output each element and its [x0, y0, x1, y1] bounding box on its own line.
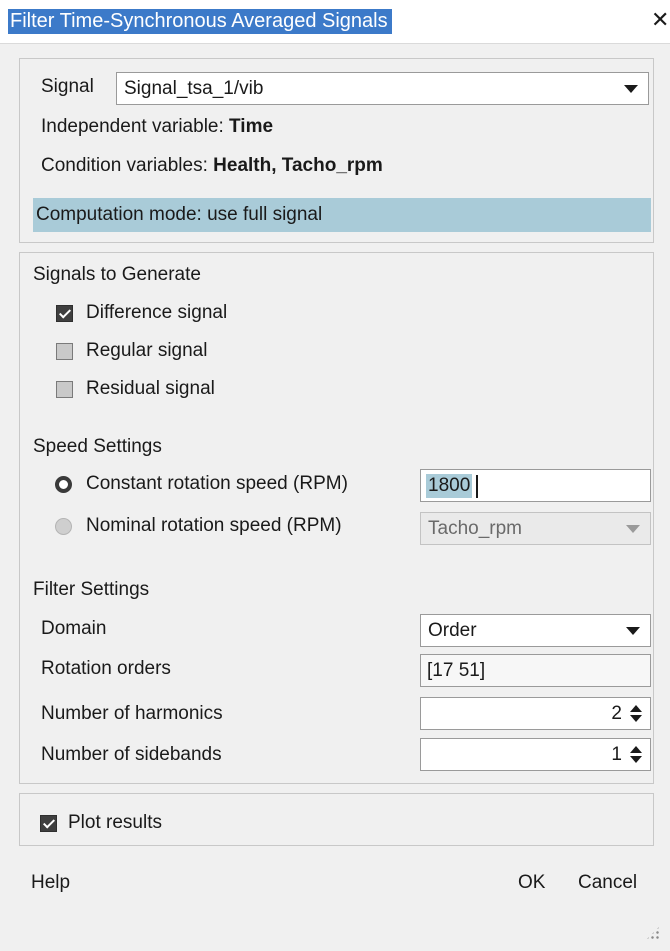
close-icon[interactable]: ✕	[651, 8, 669, 32]
text-caret	[476, 475, 478, 498]
domain-dropdown-value: Order	[428, 620, 477, 641]
condition-variables: Condition variables: Health, Tacho_rpm	[41, 154, 383, 178]
plot-results-label: Plot results	[68, 812, 162, 833]
help-button[interactable]: Help	[31, 871, 70, 895]
nominal-speed-radio[interactable]	[55, 518, 72, 535]
chevron-down-icon	[626, 627, 640, 635]
regular-signal-checkbox[interactable]	[56, 343, 73, 360]
constant-speed-value: 1800	[426, 474, 473, 498]
ok-button[interactable]: OK	[518, 871, 545, 895]
cancel-button[interactable]: Cancel	[578, 871, 637, 895]
condition-variables-label: Condition variables:	[41, 155, 208, 176]
chevron-down-icon	[624, 85, 638, 93]
signal-dropdown[interactable]: Signal_tsa_1/vib	[116, 72, 649, 105]
independent-variable-value: Time	[229, 116, 274, 137]
window-title: Filter Time-Synchronous Averaged Signals	[8, 9, 392, 34]
title-bar: Filter Time-Synchronous Averaged Signals…	[0, 0, 670, 44]
domain-dropdown[interactable]: Order	[420, 614, 651, 647]
chevron-down-icon	[626, 525, 640, 533]
nominal-speed-label: Nominal rotation speed (RPM)	[86, 515, 342, 536]
difference-signal-checkbox[interactable]	[56, 305, 73, 322]
increment-icon[interactable]	[630, 746, 642, 753]
independent-variable-label: Independent variable:	[41, 116, 224, 137]
sidebands-value: 1	[611, 744, 622, 765]
condition-variables-value: Health, Tacho_rpm	[213, 155, 383, 176]
sidebands-spinner[interactable]: 1	[420, 738, 651, 771]
speed-settings-heading: Speed Settings	[33, 436, 162, 457]
independent-variable: Independent variable: Time	[41, 115, 273, 139]
computation-mode-bar: Computation mode: use full signal	[33, 198, 651, 232]
nominal-speed-dropdown[interactable]: Tacho_rpm	[420, 512, 651, 545]
signal-label: Signal	[41, 76, 94, 97]
residual-signal-checkbox[interactable]	[56, 381, 73, 398]
constant-speed-label: Constant rotation speed (RPM)	[86, 473, 348, 494]
constant-speed-radio[interactable]	[55, 476, 72, 493]
rotation-orders-input[interactable]: [17 51]	[420, 654, 651, 687]
nominal-speed-dropdown-value: Tacho_rpm	[428, 518, 522, 539]
sidebands-label: Number of sidebands	[41, 744, 222, 765]
residual-signal-label: Residual signal	[86, 378, 215, 399]
difference-signal-label: Difference signal	[86, 302, 228, 323]
regular-signal-label: Regular signal	[86, 340, 208, 361]
signal-dropdown-value: Signal_tsa_1/vib	[124, 78, 264, 99]
harmonics-label: Number of harmonics	[41, 703, 223, 724]
constant-speed-input[interactable]: 1800	[420, 469, 651, 502]
domain-label: Domain	[41, 618, 107, 639]
harmonics-spinner[interactable]: 2	[420, 697, 651, 730]
resize-grip-icon[interactable]	[645, 925, 661, 941]
rotation-orders-value: [17 51]	[427, 660, 486, 681]
decrement-icon[interactable]	[630, 756, 642, 763]
computation-mode-text: Computation mode: use full signal	[36, 204, 323, 225]
plot-results-checkbox[interactable]	[40, 815, 57, 832]
harmonics-value: 2	[611, 703, 622, 724]
signals-to-generate-heading: Signals to Generate	[33, 264, 201, 285]
filter-settings-heading: Filter Settings	[33, 579, 150, 600]
decrement-icon[interactable]	[630, 715, 642, 722]
increment-icon[interactable]	[630, 705, 642, 712]
rotation-orders-label: Rotation orders	[41, 658, 171, 679]
